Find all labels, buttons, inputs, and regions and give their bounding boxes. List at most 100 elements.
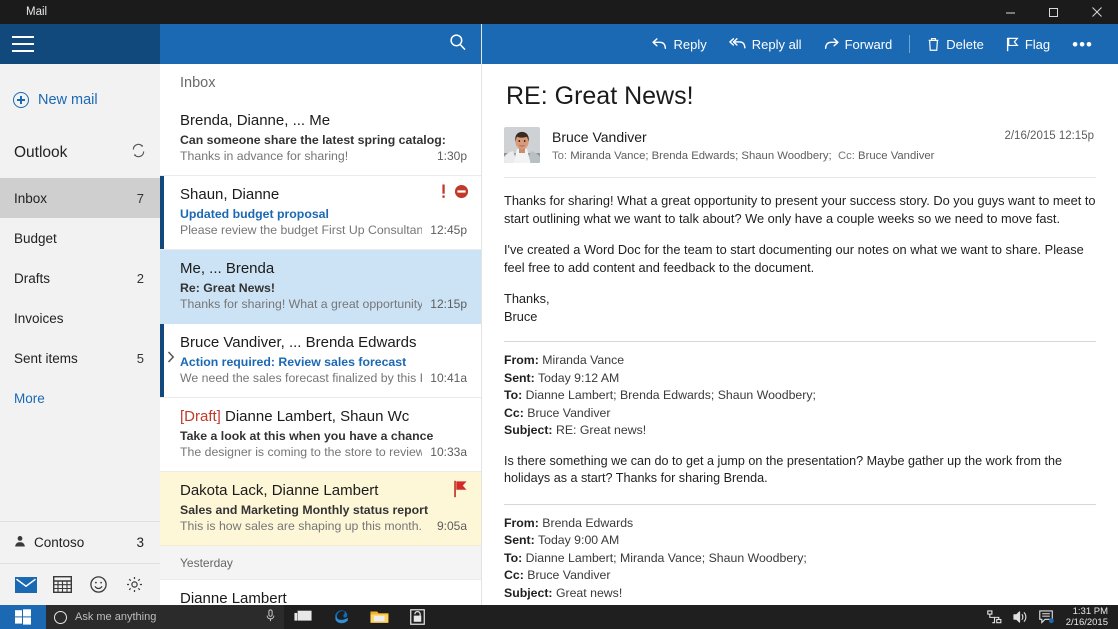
search-bar[interactable] (160, 24, 481, 64)
close-button[interactable] (1075, 0, 1118, 24)
quoted-message-header: From: Miranda Vance Sent: Today 9:12 AM … (504, 352, 1096, 440)
list-item[interactable]: Brenda, Dianne, ... Me Can someone share… (160, 102, 481, 176)
to-value: Miranda Vance; Brenda Edwards; Shaun Woo… (570, 150, 832, 162)
message-sender: Dianne Lambert (180, 590, 287, 605)
quote-divider (504, 503, 1096, 505)
reply-all-button[interactable]: Reply all (718, 24, 813, 64)
search-input[interactable]: Ask me anything (46, 605, 284, 629)
store-icon[interactable] (398, 605, 436, 629)
reply-all-label: Reply all (751, 36, 802, 52)
folder-count: 5 (136, 350, 144, 366)
quote-to-label: To: (504, 388, 523, 402)
quote-to-value: Dianne Lambert; Miranda Vance; Shaun Woo… (525, 550, 807, 565)
microphone-icon[interactable] (266, 609, 275, 625)
quote-cc-label: Cc: (504, 568, 524, 582)
forward-icon (824, 38, 839, 50)
message-list[interactable]: Brenda, Dianne, ... Me Can someone share… (160, 102, 481, 605)
sidebar-item-drafts[interactable]: Drafts 2 (0, 258, 160, 298)
contoso-label: Contoso (34, 535, 85, 550)
mail-icon[interactable] (13, 574, 39, 596)
message-time: 12:45p (430, 223, 467, 237)
message-subject: Sales and Marketing Monthly status repor… (180, 503, 429, 517)
task-view-icon[interactable] (284, 605, 322, 629)
folder-count: 2 (136, 270, 144, 286)
new-mail-button[interactable]: New mail (0, 80, 160, 120)
sidebar-item-inbox[interactable]: Inbox 7 (0, 178, 160, 218)
more-options-button[interactable]: ••• (1061, 24, 1104, 64)
folder-count: 7 (136, 190, 144, 206)
volume-icon[interactable] (1008, 605, 1034, 629)
message-sender-name: Dianne Lambert, Shaun Wc (225, 408, 410, 425)
message-subject: Re: Great News! (180, 281, 275, 295)
delete-button[interactable]: Delete (916, 24, 995, 64)
high-importance-icon (440, 184, 447, 204)
list-item[interactable]: Dianne Lambert Display refresh Hi Dianne… (160, 580, 481, 605)
list-item[interactable]: Shaun, Dianne Updated budget proposal Pl… (160, 176, 481, 250)
network-icon[interactable] (982, 605, 1008, 629)
quote-from-label: From: (504, 353, 539, 367)
mail-app: New mail Outlook Inbox 7 Budget Drafts 2… (0, 24, 1118, 605)
folder-label: Invoices (14, 310, 64, 326)
list-item[interactable]: Me, ... Brenda Re: Great News! Thanks fo… (160, 250, 481, 324)
quote-sent-label: Sent: (504, 533, 535, 547)
message-body-container: RE: Great News! Bruce Vandiver To: Miran… (482, 64, 1118, 605)
sidebar-item-invoices[interactable]: Invoices (0, 298, 160, 338)
folder-label: Sent items (14, 350, 78, 366)
settings-icon[interactable] (121, 574, 147, 596)
quote-subject-label: Subject: (504, 585, 553, 600)
minimize-button[interactable] (989, 0, 1032, 24)
hamburger-icon (12, 36, 34, 52)
taskbar-clock[interactable]: 1:31 PM 2/16/2015 (1060, 606, 1112, 628)
action-center-icon[interactable] (1034, 605, 1060, 629)
flag-button[interactable]: Flag (995, 24, 1061, 64)
sync-icon[interactable] (131, 143, 146, 163)
folder-label: Drafts (14, 270, 51, 286)
list-item[interactable]: Bruce Vandiver, ... Brenda Edwards Actio… (160, 324, 481, 398)
file-explorer-icon[interactable] (360, 605, 398, 629)
quote-divider (504, 341, 1096, 342)
list-item[interactable]: [Draft] Dianne Lambert, Shaun Wc Take a … (160, 398, 481, 472)
search-icon[interactable] (449, 33, 467, 56)
trash-icon (928, 37, 939, 51)
sidebar-item-sent-items[interactable]: Sent items 5 (0, 338, 160, 378)
message-preview: We need the sales forecast finalized by … (180, 371, 423, 385)
quote-sent-value: Today 9:12 AM (537, 370, 620, 385)
more-label: More (14, 390, 45, 406)
sidebar-item-contoso[interactable]: Contoso 3 (0, 521, 160, 563)
forward-button[interactable]: Forward (813, 24, 904, 64)
message-time: 12:15p (430, 297, 467, 311)
window-controls (989, 0, 1118, 24)
message-body: Thanks for sharing! What a great opportu… (504, 178, 1096, 605)
quoted-message-header: From: Brenda Edwards Sent: Today 9:00 AM… (504, 515, 1096, 603)
recipients: To: Miranda Vance; Brenda Edwards; Shaun… (552, 148, 1096, 165)
blocked-icon (454, 184, 469, 204)
reply-button[interactable]: Reply (641, 24, 717, 64)
chevron-right-icon[interactable] (167, 351, 175, 366)
system-tray: 1:31 PM 2/16/2015 (982, 605, 1118, 629)
flag-icon[interactable] (453, 480, 469, 503)
message-sender: [Draft] Dianne Lambert, Shaun Wc (180, 407, 467, 427)
list-item[interactable]: Dakota Lack, Dianne Lambert Sales and Ma… (160, 472, 481, 546)
account-row-outlook[interactable]: Outlook (0, 134, 160, 172)
quote-cc-label: Cc: (504, 405, 524, 420)
to-label: To: (552, 150, 568, 162)
menu-button[interactable] (0, 24, 160, 64)
quote-sent-value: Today 9:00 AM (537, 533, 620, 547)
clock-date: 2/16/2015 (1065, 617, 1108, 628)
list-header: Inbox (160, 64, 481, 102)
people-icon[interactable] (85, 574, 111, 596)
calendar-icon[interactable] (49, 574, 75, 596)
flag-label: Flag (1024, 36, 1051, 52)
command-separator (909, 35, 911, 53)
reply-label: Reply (673, 36, 707, 52)
maximize-button[interactable] (1032, 0, 1075, 24)
message-sender: Dakota Lack, Dianne Lambert (180, 482, 379, 499)
edge-icon[interactable] (322, 605, 360, 629)
message-preview: The designer is coming to the store to r… (180, 445, 423, 459)
sidebar-item-budget[interactable]: Budget (0, 218, 160, 258)
start-button[interactable] (0, 605, 46, 629)
message-subject: Take a look at this when you have a chan… (180, 429, 434, 443)
clock-time: 1:31 PM (1072, 606, 1108, 617)
message-subject: Updated budget proposal (180, 207, 329, 221)
sidebar-item-more[interactable]: More (0, 378, 160, 418)
